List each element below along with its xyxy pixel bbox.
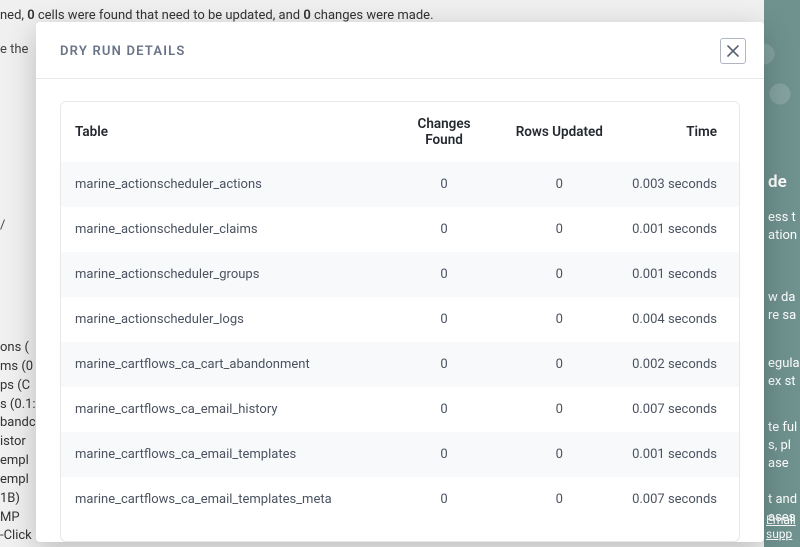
cell-changes-found: 0 xyxy=(386,432,501,477)
right-sidebar-peek: de ess t ation w da re sa egula ex st te… xyxy=(764,0,800,547)
cell-changes-found: 0 xyxy=(386,297,501,342)
cell-table-name: marine_actionscheduler_groups xyxy=(61,252,386,297)
cell-time: 0.007 seconds xyxy=(617,387,739,432)
table-head: Table Changes Found Rows Updated Time xyxy=(61,102,739,162)
bg-count-2: 0 xyxy=(303,8,310,23)
email-support-link[interactable]: Email supp xyxy=(766,513,800,541)
bg-count-1: 0 xyxy=(27,8,34,23)
results-table: Table Changes Found Rows Updated Time ma… xyxy=(61,102,739,522)
peek-text: te ful xyxy=(768,420,797,435)
cell-rows-updated: 0 xyxy=(502,207,617,252)
col-header-time: Time xyxy=(617,102,739,162)
results-table-wrap: Table Changes Found Rows Updated Time ma… xyxy=(60,101,740,542)
table-row: marine_cartflows_ca_cart_abandonment000.… xyxy=(61,342,739,387)
cell-rows-updated: 0 xyxy=(502,162,617,207)
cell-time: 0.004 seconds xyxy=(617,297,739,342)
cell-rows-updated: 0 xyxy=(502,387,617,432)
col-header-table: Table xyxy=(61,102,386,162)
cell-table-name: marine_cartflows_ca_email_history xyxy=(61,387,386,432)
cell-table-name: marine_actionscheduler_claims xyxy=(61,207,386,252)
col-header-rows: Rows Updated xyxy=(502,102,617,162)
table-row: marine_cartflows_ca_email_templates000.0… xyxy=(61,432,739,477)
peek-text: w da xyxy=(768,290,795,305)
cell-rows-updated: 0 xyxy=(502,477,617,522)
dry-run-details-modal: DRY RUN DETAILS Table Changes Found Rows… xyxy=(36,22,764,542)
table-row: marine_actionscheduler_actions000.003 se… xyxy=(61,162,739,207)
peek-text: t and xyxy=(768,492,797,507)
cell-time: 0.003 seconds xyxy=(617,162,739,207)
cell-table-name: marine_actionscheduler_actions xyxy=(61,162,386,207)
bg-text: ned, xyxy=(0,8,27,23)
table-body: marine_actionscheduler_actions000.003 se… xyxy=(61,162,739,522)
cell-table-name: marine_cartflows_ca_cart_abandonment xyxy=(61,342,386,387)
cell-time: 0.001 seconds xyxy=(617,207,739,252)
table-row: marine_actionscheduler_logs000.004 secon… xyxy=(61,297,739,342)
table-row: marine_actionscheduler_claims000.001 sec… xyxy=(61,207,739,252)
close-button[interactable] xyxy=(720,38,746,64)
cell-time: 0.001 seconds xyxy=(617,252,739,297)
bg-slash: / xyxy=(0,216,5,236)
table-row: marine_cartflows_ca_email_history000.007… xyxy=(61,387,739,432)
decorative-wave xyxy=(764,24,800,144)
modal-body: Table Changes Found Rows Updated Time ma… xyxy=(36,79,764,542)
cell-changes-found: 0 xyxy=(386,387,501,432)
peek-text: ex st xyxy=(768,374,796,389)
table-row: marine_actionscheduler_groups000.001 sec… xyxy=(61,252,739,297)
bg-text: changes were made. xyxy=(311,8,434,23)
peek-text: de xyxy=(768,172,787,192)
cell-rows-updated: 0 xyxy=(502,252,617,297)
table-row: marine_cartflows_ca_email_templates_meta… xyxy=(61,477,739,522)
cell-changes-found: 0 xyxy=(386,477,501,522)
modal-title: DRY RUN DETAILS xyxy=(60,44,186,59)
cell-time: 0.007 seconds xyxy=(617,477,739,522)
peek-text: re sa xyxy=(768,308,796,323)
cell-changes-found: 0 xyxy=(386,162,501,207)
cell-changes-found: 0 xyxy=(386,342,501,387)
cell-rows-updated: 0 xyxy=(502,342,617,387)
peek-text: ess t xyxy=(768,210,796,225)
cell-time: 0.001 seconds xyxy=(617,432,739,477)
cell-table-name: marine_cartflows_ca_email_templates_meta xyxy=(61,477,386,522)
cell-rows-updated: 0 xyxy=(502,297,617,342)
cell-table-name: marine_actionscheduler_logs xyxy=(61,297,386,342)
col-header-changes: Changes Found xyxy=(386,102,501,162)
bg-text: cells were found that need to be updated… xyxy=(35,8,304,23)
peek-text: ation xyxy=(768,228,797,243)
cell-changes-found: 0 xyxy=(386,252,501,297)
cell-table-name: marine_cartflows_ca_email_templates xyxy=(61,432,386,477)
cell-changes-found: 0 xyxy=(386,207,501,252)
peek-text: egula xyxy=(768,356,800,371)
cell-rows-updated: 0 xyxy=(502,432,617,477)
modal-header: DRY RUN DETAILS xyxy=(36,22,764,79)
peek-text: s, pl xyxy=(768,438,791,453)
cell-time: 0.002 seconds xyxy=(617,342,739,387)
close-icon xyxy=(727,45,739,57)
peek-text: ase xyxy=(768,456,789,471)
